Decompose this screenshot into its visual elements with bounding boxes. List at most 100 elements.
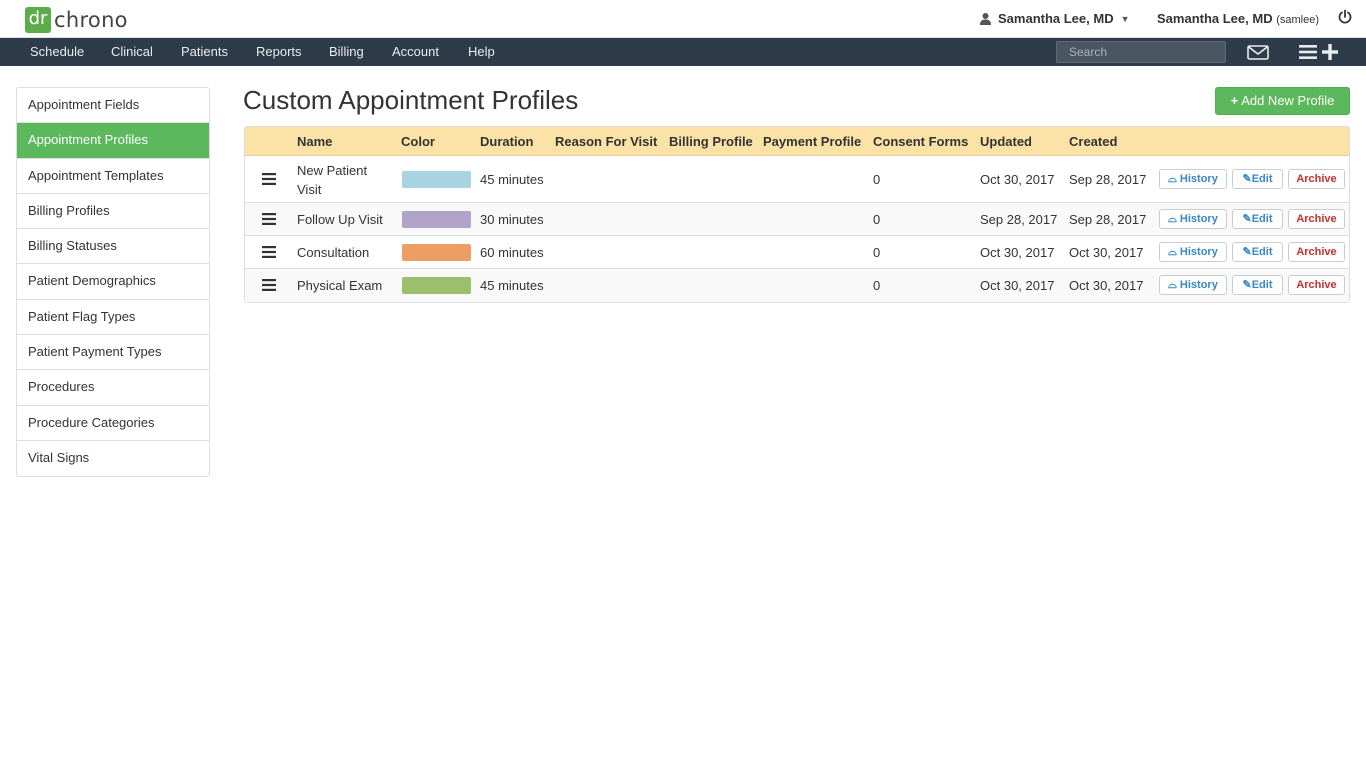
consent-forms-count: 0 (873, 172, 881, 187)
edit-button[interactable]: ✎Edit (1232, 242, 1283, 262)
person-icon (980, 12, 991, 25)
user-dropdown-label: Samantha Lee, MD (998, 11, 1114, 26)
profile-duration: 30 minutes (480, 212, 544, 227)
nav-schedule[interactable]: Schedule (30, 44, 84, 59)
edit-button[interactable]: ✎Edit (1232, 169, 1283, 189)
sidebar-item-billing-profiles[interactable]: Billing Profiles (17, 194, 209, 230)
column-header-reason-for-visit[interactable]: Reason For Visit (555, 134, 657, 149)
sidebar-item-billing-statuses[interactable]: Billing Statuses (17, 229, 209, 265)
pencil-icon: ✎ (1242, 279, 1252, 291)
caret-down-icon: ▼ (1120, 13, 1130, 24)
updated-date: Sep 28, 2017 (980, 212, 1058, 227)
nav-billing[interactable]: Billing (329, 44, 364, 59)
search-input[interactable]: Search (1056, 41, 1226, 63)
history-button[interactable]: ⌓ History (1159, 275, 1227, 295)
drchrono-logo[interactable]: dr chrono (25, 7, 128, 33)
consent-forms-count: 0 (873, 212, 881, 227)
column-header-name[interactable]: Name (297, 134, 332, 149)
updated-date: Oct 30, 2017 (980, 278, 1055, 293)
nav-account[interactable]: Account (392, 44, 439, 59)
archive-button[interactable]: Archive (1288, 275, 1345, 295)
history-icon: ⌓ (1168, 173, 1177, 185)
sidebar-item-patient-payment-types[interactable]: Patient Payment Types (17, 335, 209, 371)
edit-button[interactable]: ✎Edit (1232, 275, 1283, 295)
logged-in-user: Samantha Lee, MD (samlee) (1157, 11, 1319, 26)
edit-label: Edit (1251, 213, 1273, 225)
profile-name: Consultation (297, 245, 370, 260)
user-dropdown[interactable]: Samantha Lee, MD ▼ (980, 11, 1130, 26)
column-header-color[interactable]: Color (401, 134, 435, 149)
nav-help[interactable]: Help (468, 44, 495, 59)
edit-button[interactable]: ✎Edit (1232, 209, 1283, 229)
nav-reports[interactable]: Reports (256, 44, 302, 59)
drag-handle-icon[interactable] (262, 246, 276, 258)
archive-button[interactable]: Archive (1288, 242, 1345, 262)
sidebar-item-patient-demographics[interactable]: Patient Demographics (17, 264, 209, 300)
mail-icon[interactable] (1247, 45, 1269, 60)
menu-plus-icon[interactable] (1299, 43, 1339, 61)
column-header-billing-profile[interactable]: Billing Profile (669, 134, 753, 149)
color-swatch (402, 171, 471, 188)
plus-icon: + (1230, 93, 1239, 108)
sidebar-item-appointment-templates[interactable]: Appointment Templates (17, 159, 209, 194)
table-row: Follow Up Visit 30 minutes 0 Sep 28, 201… (245, 203, 1349, 236)
history-button[interactable]: ⌓ History (1159, 169, 1227, 189)
history-icon: ⌓ (1168, 279, 1177, 291)
consent-forms-count: 0 (873, 278, 881, 293)
created-date: Oct 30, 2017 (1069, 278, 1144, 293)
history-label: History (1179, 173, 1218, 185)
created-date: Sep 28, 2017 (1069, 172, 1147, 187)
column-header-consent-forms[interactable]: Consent Forms (873, 134, 968, 149)
drag-handle-icon[interactable] (262, 213, 276, 225)
color-swatch (402, 244, 471, 261)
nav-clinical[interactable]: Clinical (111, 44, 153, 59)
table-row: New Patient Visit 45 minutes 0 Oct 30, 2… (245, 156, 1349, 203)
add-new-profile-button[interactable]: + Add New Profile (1215, 87, 1350, 115)
drag-handle-icon[interactable] (262, 173, 276, 185)
profile-name: Follow Up Visit (297, 212, 383, 227)
archive-button[interactable]: Archive (1288, 209, 1345, 229)
column-header-duration[interactable]: Duration (480, 134, 533, 149)
sidebar-item-patient-flag-types[interactable]: Patient Flag Types (17, 300, 209, 336)
color-swatch (402, 277, 471, 294)
history-label: History (1179, 213, 1218, 225)
profile-duration: 45 minutes (480, 278, 544, 293)
logo-mark: dr (25, 7, 51, 33)
created-date: Sep 28, 2017 (1069, 212, 1147, 227)
table-row: Physical Exam 45 minutes 0 Oct 30, 2017 … (245, 269, 1349, 302)
sidebar-item-appointment-fields[interactable]: Appointment Fields (17, 88, 209, 124)
power-icon[interactable] (1337, 9, 1353, 25)
table-header: Name Color Duration Reason For Visit Bil… (245, 127, 1349, 156)
drag-handle-icon[interactable] (262, 279, 276, 291)
updated-date: Oct 30, 2017 (980, 245, 1055, 260)
sidebar-item-appointment-profiles[interactable]: Appointment Profiles (17, 123, 209, 159)
top-header: dr chrono Samantha Lee, MD ▼ Samantha Le… (0, 0, 1366, 38)
edit-label: Edit (1251, 173, 1273, 185)
history-icon: ⌓ (1168, 213, 1177, 225)
main-navbar: Schedule Clinical Patients Reports Billi… (0, 38, 1366, 66)
sidebar-item-procedure-categories[interactable]: Procedure Categories (17, 406, 209, 441)
nav-patients[interactable]: Patients (181, 44, 228, 59)
sidebar-item-procedures[interactable]: Procedures (17, 370, 209, 406)
settings-sidebar: Appointment Fields Appointment Profiles … (16, 87, 210, 478)
page-title: Custom Appointment Profiles (243, 85, 579, 115)
profile-name: New Patient Visit (297, 163, 368, 197)
updated-date: Oct 30, 2017 (980, 172, 1055, 187)
edit-label: Edit (1251, 246, 1273, 258)
history-icon: ⌓ (1168, 246, 1177, 258)
column-header-updated[interactable]: Updated (980, 134, 1032, 149)
pencil-icon: ✎ (1242, 246, 1252, 258)
column-header-payment-profile[interactable]: Payment Profile (763, 134, 861, 149)
history-button[interactable]: ⌓ History (1159, 209, 1227, 229)
color-swatch (402, 211, 471, 228)
username: (samlee) (1276, 14, 1320, 26)
profiles-table: Name Color Duration Reason For Visit Bil… (244, 126, 1350, 303)
column-header-created[interactable]: Created (1069, 134, 1117, 149)
history-button[interactable]: ⌓ History (1159, 242, 1227, 262)
sidebar-item-vital-signs[interactable]: Vital Signs (17, 441, 209, 476)
profile-duration: 60 minutes (480, 245, 544, 260)
add-new-profile-label: Add New Profile (1241, 93, 1335, 108)
archive-button[interactable]: Archive (1288, 169, 1345, 189)
history-label: History (1179, 279, 1218, 291)
consent-forms-count: 0 (873, 245, 881, 260)
